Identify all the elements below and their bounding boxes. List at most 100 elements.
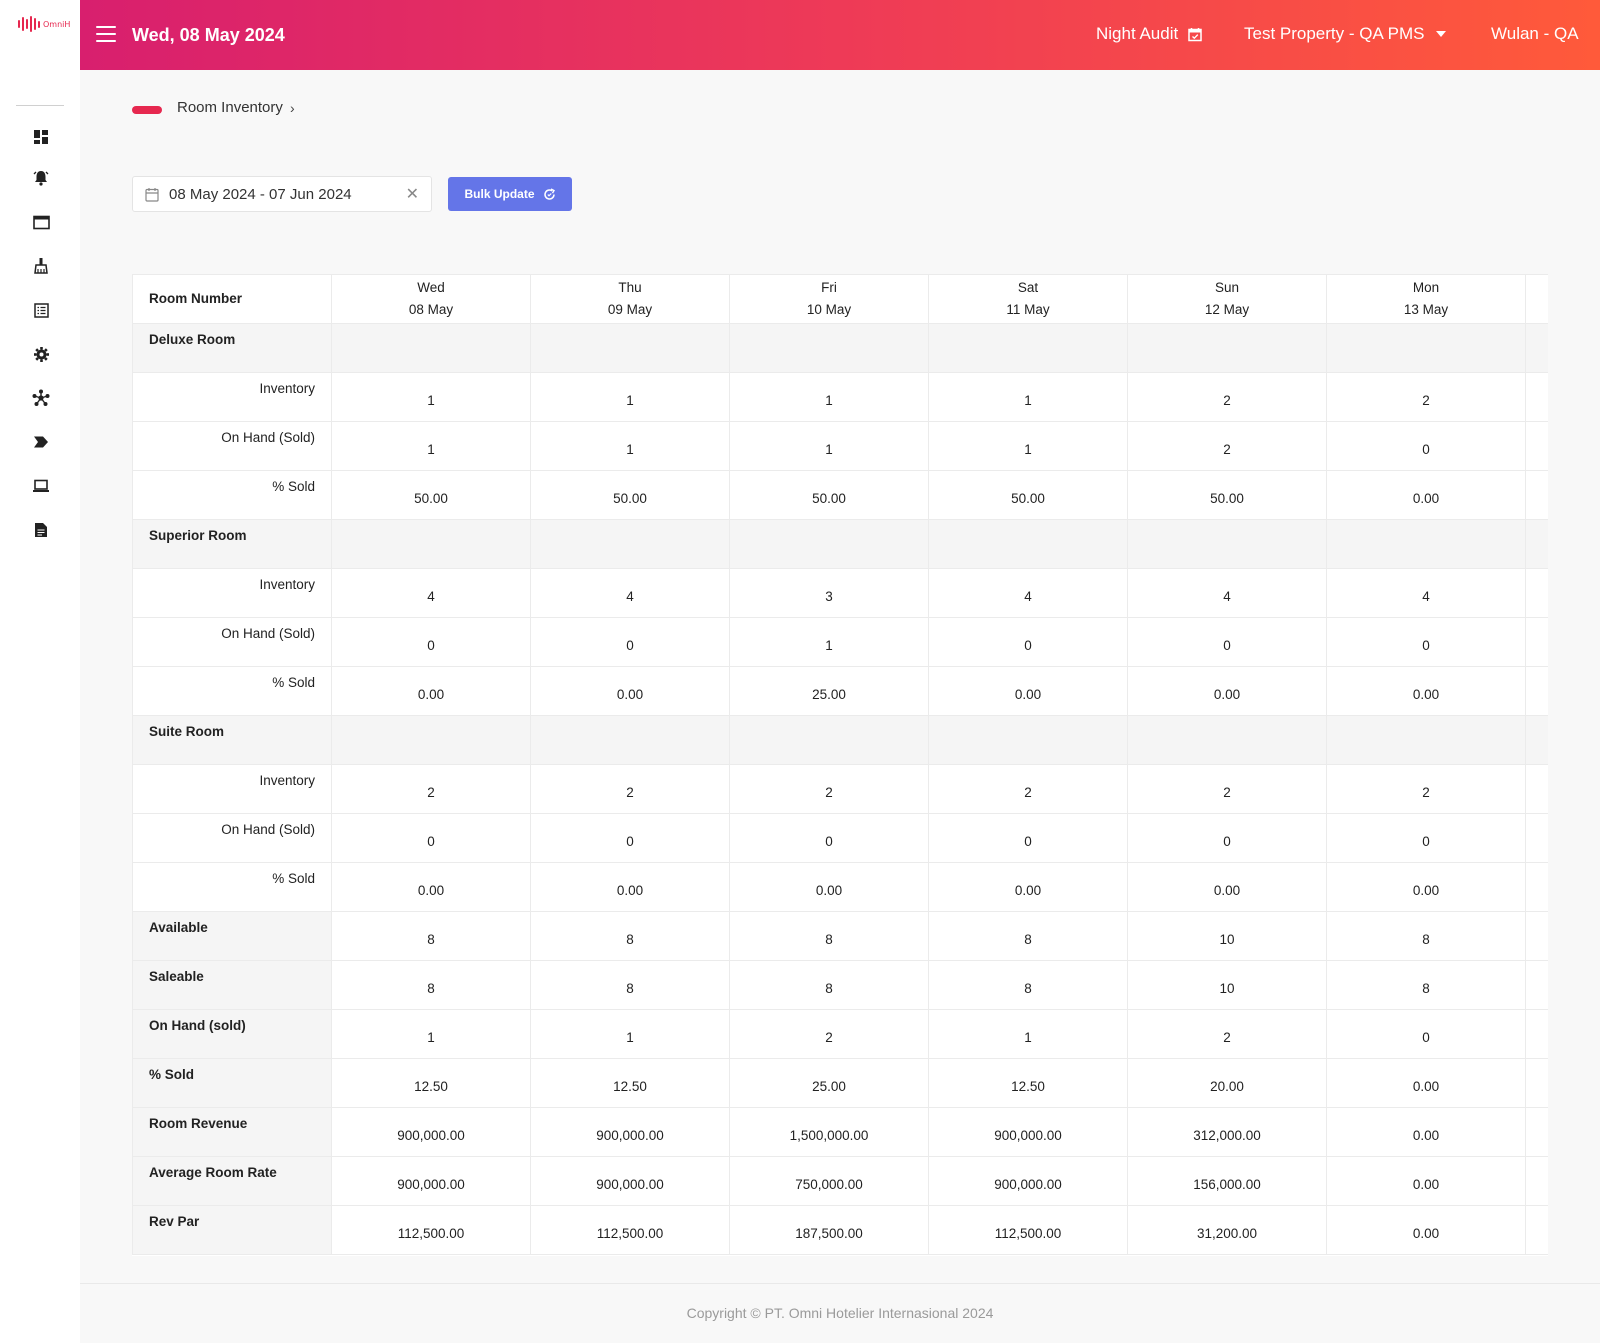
table-cell: 0	[1326, 617, 1526, 667]
table-cell[interactable]: 2	[1326, 764, 1526, 814]
inventory-table-container[interactable]: Room Number Wed 08 May Thu 09 May Fri 10 May Sa…	[132, 274, 1548, 1256]
table-cell: 112,500.00	[331, 1205, 531, 1255]
omnih-logo[interactable]: OmniH	[18, 16, 70, 32]
footer-copyright: Copyright © PT. Omni Hotelier Internasio…	[80, 1283, 1600, 1343]
table-cell: 10	[1127, 911, 1327, 961]
table-cell[interactable]: 4	[1127, 568, 1327, 618]
day-date: 09 May	[607, 302, 653, 317]
table-cell	[331, 519, 531, 569]
table-cell[interactable]: 2	[331, 764, 531, 814]
user-menu[interactable]: Wulan - QA	[1491, 24, 1579, 44]
table-cell: 0	[1127, 813, 1327, 863]
table-cell[interactable]: 4	[530, 568, 730, 618]
night-audit-button[interactable]: Night Audit	[1096, 24, 1202, 44]
table-cell[interactable]: 2	[928, 764, 1128, 814]
sidebar-item-dashboard[interactable]	[30, 126, 52, 148]
breadcrumb-room-inventory[interactable]: Room Inventory	[177, 99, 283, 116]
table-cell	[1525, 323, 1548, 373]
sidebar-divider	[16, 105, 64, 106]
chevron-down-icon	[1436, 31, 1447, 37]
sidebar-item-reports[interactable]	[30, 519, 52, 541]
column-header-day: Wed 08 May	[331, 274, 531, 324]
table-cell[interactable]: 2	[530, 764, 730, 814]
table-cell[interactable]: 1	[331, 372, 531, 422]
summary-label: Average Room Rate	[132, 1156, 332, 1206]
table-cell: 2	[729, 1009, 929, 1059]
table-cell[interactable]: 2	[1127, 372, 1327, 422]
sidebar-item-channel-manager[interactable]	[30, 387, 52, 409]
sidebar-item-pos[interactable]	[30, 475, 52, 497]
table-cell	[530, 519, 730, 569]
table-cell: 8	[331, 960, 531, 1010]
table-cell: 156,000.00	[1127, 1156, 1327, 1206]
table-cell[interactable]: 2	[1127, 764, 1327, 814]
table-cell[interactable]: 2	[729, 764, 929, 814]
laptop-icon	[33, 479, 49, 492]
sidebar-item-reservations[interactable]	[30, 299, 52, 321]
table-cell	[1525, 862, 1548, 912]
table-cell: 900,000.00	[530, 1107, 730, 1157]
row-label: % Sold	[132, 470, 332, 520]
sidebar-item-frontdesk[interactable]	[30, 211, 52, 233]
table-cell	[1127, 519, 1327, 569]
table-cell[interactable]: 4	[1326, 568, 1526, 618]
table-cell: 8	[729, 911, 929, 961]
breadcrumb-marker	[132, 106, 162, 114]
table-cell[interactable]: 1	[729, 372, 929, 422]
refresh-icon	[543, 187, 555, 200]
column-header-day	[1525, 274, 1548, 324]
table-row: Inventory 4 4 3 4 4 4	[132, 568, 1548, 618]
table-cell	[331, 323, 531, 373]
day-of-week: Fri	[821, 280, 837, 295]
table-cell: 0	[1326, 421, 1526, 471]
room-type-name: Suite Room	[132, 715, 332, 765]
table-cell: 0.00	[1326, 666, 1526, 716]
table-cell: 0	[1127, 617, 1327, 667]
arrow-tag-icon	[34, 436, 48, 448]
column-header-day: Thu 09 May	[530, 274, 730, 324]
table-cell: 0	[928, 813, 1128, 863]
table-cell: 50.00	[1127, 470, 1327, 520]
day-of-week: Sun	[1214, 280, 1240, 295]
table-cell	[331, 715, 531, 765]
table-cell: 0.00	[1326, 470, 1526, 520]
table-cell: 0.00	[729, 862, 929, 912]
table-cell: 1	[530, 1009, 730, 1059]
business-date: Wed, 08 May 2024	[132, 25, 285, 45]
summary-row: Room Revenue 900,000.00 900,000.00 1,500,00…	[132, 1107, 1548, 1157]
sidebar-item-rates[interactable]	[30, 431, 52, 453]
table-cell	[1525, 421, 1548, 471]
table-cell[interactable]: 4	[331, 568, 531, 618]
top-bar: Wed, 08 May 2024 Night Audit Test Proper…	[80, 0, 1600, 70]
summary-label: On Hand (sold)	[132, 1009, 332, 1059]
chevron-right-icon: ›	[290, 100, 295, 116]
table-cell: 1	[928, 421, 1128, 471]
table-cell: 0	[1326, 813, 1526, 863]
table-cell[interactable]: 1	[530, 372, 730, 422]
table-cell: 8	[928, 960, 1128, 1010]
menu-toggle-icon[interactable]	[96, 26, 116, 42]
table-cell[interactable]: 4	[928, 568, 1128, 618]
table-row: On Hand (Sold) 0 0 1 0 0 0	[132, 617, 1548, 667]
dashboard-icon	[34, 130, 48, 144]
table-cell: 25.00	[729, 666, 929, 716]
table-cell[interactable]: 1	[928, 372, 1128, 422]
room-type-name: Superior Room	[132, 519, 332, 569]
table-cell	[1525, 519, 1548, 569]
table-row: On Hand (Sold) 0 0 0 0 0 0	[132, 813, 1548, 863]
table-cell[interactable]	[1525, 568, 1548, 618]
property-selector[interactable]: Test Property - QA PMS	[1244, 24, 1447, 44]
summary-row: Average Room Rate 900,000.00 900,000.00 750…	[132, 1156, 1548, 1206]
column-header-day: Fri 10 May	[729, 274, 929, 324]
table-cell: 0.00	[1127, 666, 1327, 716]
table-cell[interactable]: 2	[1326, 372, 1526, 422]
sidebar-item-notifications[interactable]	[30, 167, 52, 189]
table-cell[interactable]	[1525, 372, 1548, 422]
table-cell[interactable]	[1525, 764, 1548, 814]
sidebar-item-settings[interactable]	[30, 343, 52, 365]
sidebar-item-housekeeping[interactable]	[30, 255, 52, 277]
date-range-picker[interactable]: 08 May 2024 - 07 Jun 2024 ✕	[132, 176, 432, 212]
bulk-update-button[interactable]: Bulk Update	[448, 177, 572, 211]
clear-date-icon[interactable]: ✕	[406, 184, 419, 204]
table-cell[interactable]: 3	[729, 568, 929, 618]
